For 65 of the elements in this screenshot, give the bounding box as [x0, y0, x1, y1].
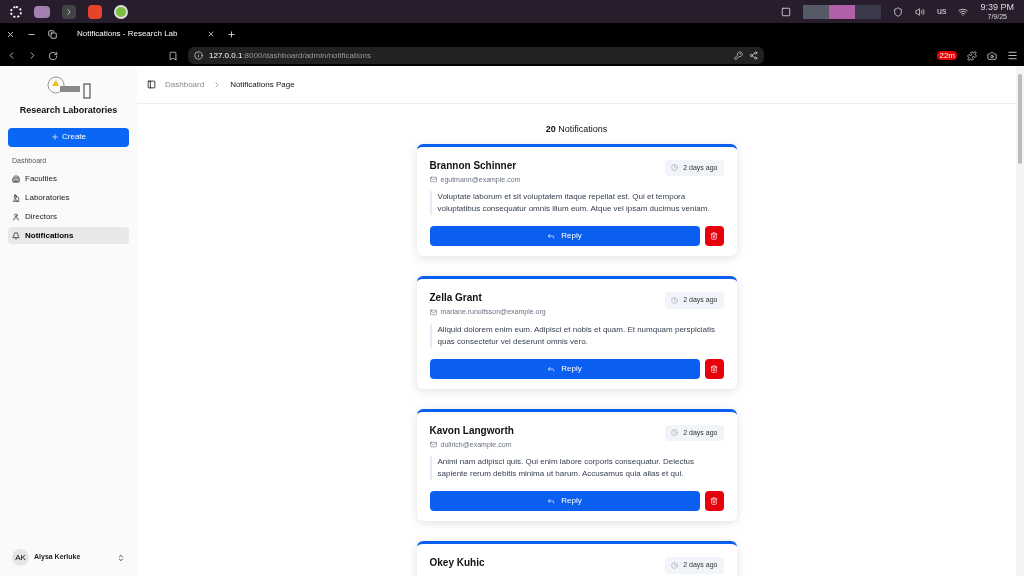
sender-name: Okey Kuhic [429, 556, 485, 570]
reply-icon [547, 364, 556, 373]
wifi-icon[interactable] [958, 6, 969, 17]
reply-button[interactable]: Reply [429, 358, 700, 379]
bell-icon [12, 231, 20, 240]
message-text: Aliquid dolorem enim eum. Adipisci et nobis et quam. Et numquam perspiciatis quas consectetur vel deserunt omnis vero. [429, 323, 724, 348]
camera-icon[interactable] [987, 50, 997, 61]
reply-button[interactable]: Reply [429, 226, 700, 246]
delete-button[interactable] [704, 358, 724, 379]
plus-icon [51, 133, 59, 141]
person-icon [12, 212, 20, 221]
close-icon[interactable] [6, 29, 15, 39]
create-button[interactable]: Create [8, 127, 129, 147]
extension-badge[interactable]: 22m [937, 51, 957, 60]
trash-icon [710, 364, 718, 373]
mail-icon [429, 308, 437, 316]
brand-name: Research Laboratories [19, 104, 118, 117]
sender-name: Brannon Schinner [429, 158, 518, 173]
restore-icon[interactable] [48, 29, 57, 39]
clock-icon [671, 561, 679, 569]
sender-name: Kavon Langworth [429, 423, 514, 438]
launcher-icon[interactable] [10, 5, 22, 18]
delete-button[interactable] [704, 226, 724, 246]
shield-icon[interactable] [892, 6, 903, 17]
reload-icon[interactable] [48, 50, 58, 61]
breadcrumb-item: Notifications Page [230, 78, 295, 91]
mail-icon [429, 441, 437, 449]
terminal-icon[interactable] [62, 4, 76, 19]
browser-tab[interactable]: Notifications - Research Lab [77, 28, 195, 40]
workspace-pager[interactable] [802, 4, 881, 19]
message-text: Animi nam adipisci quis. Qui enim labore corporis consequatur. Delectus sapiente rerum debitis minima ut harum. Accusamus quia alias et qui. [429, 456, 724, 480]
new-tab-icon[interactable] [227, 29, 236, 39]
sidebar-item[interactable]: Faculties [8, 170, 129, 187]
sidebar-toggle-icon[interactable] [147, 80, 156, 89]
sidebar-item[interactable]: Notifications [8, 227, 129, 244]
delete-button[interactable] [704, 491, 724, 511]
clock-icon [671, 296, 679, 304]
user-avatar: AK [12, 549, 29, 566]
reply-icon [547, 497, 556, 505]
close-tab-icon[interactable] [207, 30, 215, 38]
trash-icon [710, 232, 718, 240]
microscope-icon [12, 193, 20, 202]
volume-icon[interactable] [914, 6, 925, 17]
bookmark-icon[interactable] [168, 50, 178, 61]
clock-icon [671, 429, 679, 437]
clock-icon [671, 164, 679, 172]
notifications-count: 20 Notifications [545, 123, 608, 136]
address-bar[interactable]: 127.0.0.1:8000/dashboard/admin/notifications [188, 47, 764, 64]
reply-button[interactable]: Reply [429, 491, 700, 511]
breadcrumb-item[interactable]: Dashboard [165, 78, 205, 91]
sender-name: Zella Grant [429, 291, 483, 305]
sidebar-item[interactable]: Directors [8, 208, 129, 225]
keyboard-layout[interactable]: us [936, 4, 947, 19]
scrollbar[interactable] [1016, 66, 1024, 576]
mail-icon [429, 176, 437, 184]
message-text: Voluptate laborum et sit voluptatem itaque repellat est. Qui et tempora voluptatibus consequatur omnis illum eum. Atque vel ipsam ducimus veniam. [429, 191, 724, 215]
sidebar-item[interactable]: Laboratories [8, 189, 129, 206]
chevrons-icon [117, 553, 125, 562]
reply-icon [547, 232, 556, 240]
menu-icon[interactable] [1007, 50, 1018, 61]
building-icon [12, 174, 20, 183]
window-icon[interactable] [780, 6, 791, 17]
extensions-icon[interactable] [967, 50, 977, 61]
trash-icon [710, 497, 718, 505]
university-logo [45, 76, 92, 100]
